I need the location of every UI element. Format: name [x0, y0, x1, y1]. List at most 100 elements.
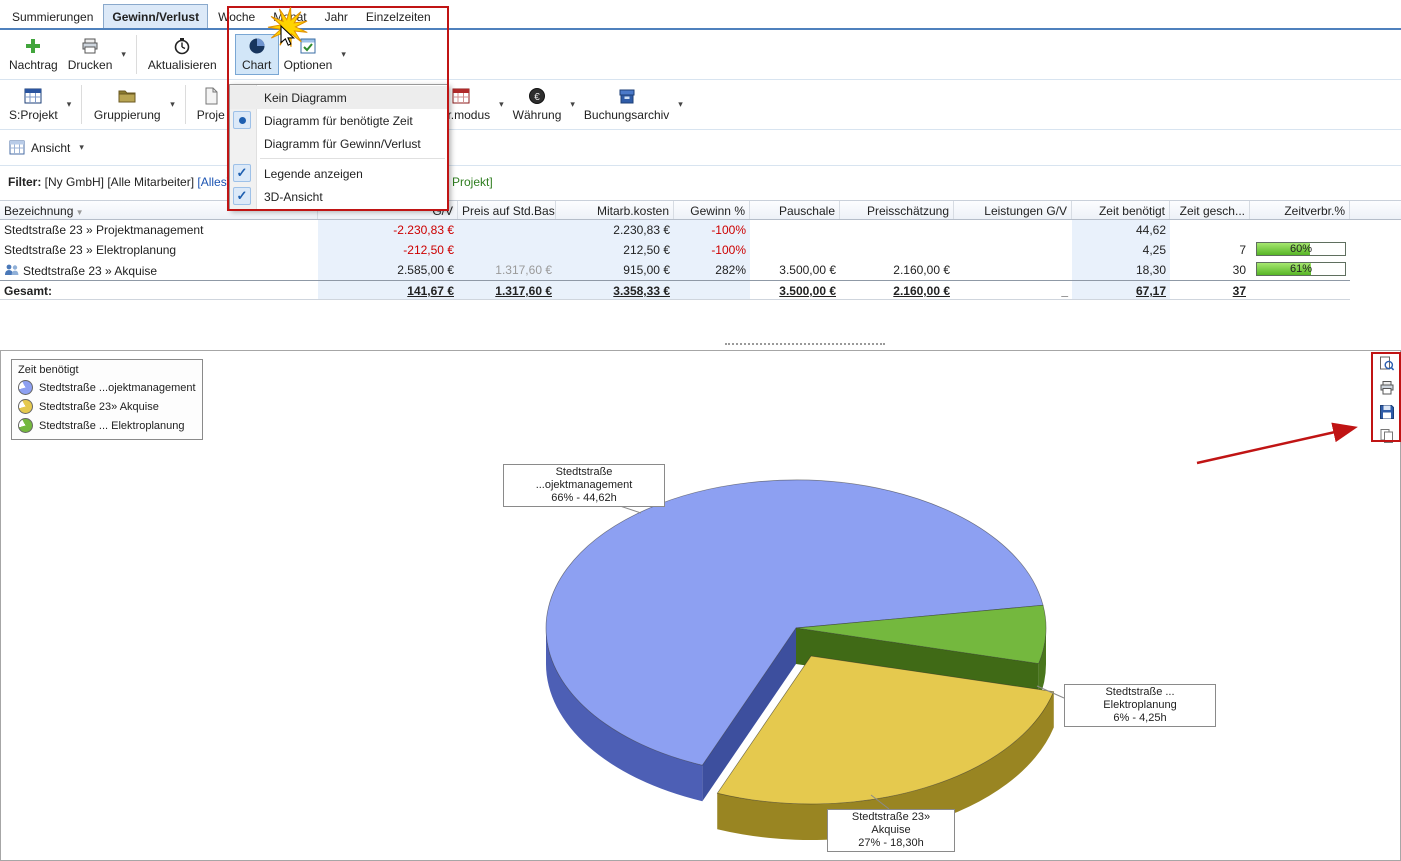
button-label: S:Projekt [9, 108, 58, 122]
column-header-zeitverbr[interactable]: Zeitverbr.% [1250, 201, 1350, 219]
aktualisieren-button[interactable]: Aktualisieren [143, 35, 222, 74]
chart-legend-title: Zeit benötigt [18, 364, 196, 376]
menu-item-label: Legende anzeigen [264, 167, 363, 181]
pie-chart-svg[interactable] [1, 351, 1401, 860]
button-label: Ansicht [31, 141, 70, 155]
gruppierung-button[interactable]: Gruppierung [88, 85, 166, 124]
cell-preisschätzung [840, 220, 954, 240]
legend-item: Stedtstraße 23» Akquise [18, 399, 196, 414]
column-header-zeit-gesch[interactable]: Zeit gesch... [1170, 201, 1250, 219]
cell-preis-auf-std-basis [458, 240, 556, 260]
radio-mark-icon [233, 111, 251, 129]
print-icon[interactable] [1378, 379, 1396, 397]
ansicht-button[interactable]: Ansicht [4, 137, 75, 159]
s-projekt-button[interactable]: S:Projekt [4, 85, 63, 124]
column-header-leistungen-g-v[interactable]: Leistungen G/V [954, 201, 1072, 219]
cell-gewinn: -100% [674, 220, 750, 240]
toolbar-row-1: Nachtrag Drucken ▾ Aktualisieren Chart Option… [0, 30, 1401, 80]
menu-item-kein-diagramm[interactable]: Kein Diagramm [230, 86, 448, 109]
filter-link-alles[interactable]: [Alles] [197, 175, 230, 189]
menu-item-label: Diagramm für Gewinn/Verlust [264, 137, 421, 151]
cell-zeit-benötigt: 4,25 [1072, 240, 1170, 260]
table-body: Stedtstraße 23 » Projektmanagement-2.230… [0, 220, 1401, 300]
cell-zeitverbr [1250, 280, 1350, 300]
menu-item-legende-anzeigen[interactable]: ✓ Legende anzeigen [230, 162, 448, 185]
cell-bezeichnung: Stedtstraße 23 » Projektmanagement [0, 220, 318, 240]
column-header-preis-auf-std-basis[interactable]: Preis auf Std.Basis [458, 201, 556, 219]
dropdown-arrow-icon[interactable]: ▾ [566, 99, 579, 110]
svg-text:€: € [534, 92, 540, 103]
menu-item-3d-ansicht[interactable]: ✓3D-Ansicht [230, 185, 448, 208]
optionen-button[interactable]: Optionen [279, 35, 338, 74]
preview-icon[interactable] [1378, 355, 1396, 373]
dropdown-arrow-icon[interactable]: ▾ [337, 49, 350, 60]
cell-preis-auf-std-basis: 1.317,60 € [458, 260, 556, 280]
filter-label: Filter: [8, 175, 41, 189]
table-row[interactable]: Stedtstraße 23 » Akquise2.585,00 €1.317,… [0, 260, 1401, 280]
cell-g-v: 141,67 € [318, 280, 458, 300]
cell-gewinn: -100% [674, 240, 750, 260]
cell-leistungen-g-v: _ [954, 280, 1072, 300]
dropdown-arrow-icon[interactable]: ▾ [75, 142, 88, 153]
cell-zeitverbr: 60% [1250, 240, 1350, 260]
menu-tab-einzelzeiten[interactable]: Einzelzeiten [358, 5, 439, 28]
table-row[interactable]: Stedtstraße 23 » Elektroplanung-212,50 €… [0, 240, 1401, 260]
nachtrag-button[interactable]: Nachtrag [4, 35, 63, 74]
menu-tab-monat[interactable]: Monat [265, 5, 314, 28]
toolbar-separator [136, 35, 137, 74]
menu-item-diagramm-für-benötigte-zeit[interactable]: Diagramm für benötigte Zeit [230, 109, 448, 132]
chart-button[interactable]: Chart [235, 34, 279, 75]
table-row[interactable]: Stedtstraße 23 » Projektmanagement-2.230… [0, 220, 1401, 240]
menu-item-label: Diagramm für benötigte Zeit [264, 114, 413, 128]
results-table: Bezeichnung ▼G/VPreis auf Std.BasisMitar… [0, 200, 1401, 300]
legend-item: Stedtstraße ...ojektmanagement [18, 380, 196, 395]
cell-mitarb-kosten: 212,50 € [556, 240, 674, 260]
check-mark-icon: ✓ [233, 164, 251, 182]
filter-bar: Filter: [Ny GmbH] [Alle Mitarbeiter] [Al… [0, 166, 1401, 198]
dropdown-arrow-icon[interactable]: ▾ [674, 99, 687, 110]
toolbar-separator [185, 85, 186, 124]
cell-zeit-gesch [1170, 220, 1250, 240]
button-label: Chart [242, 58, 271, 72]
button-label: Nachtrag [9, 58, 58, 72]
drucken-button[interactable]: Drucken [63, 35, 118, 74]
column-header-mitarb-kosten[interactable]: Mitarb.kosten [556, 201, 674, 219]
währung-button[interactable]: € Währung [508, 85, 567, 124]
column-header-zeit-benötigt[interactable]: Zeit benötigt [1072, 201, 1170, 219]
table-total-row[interactable]: Gesamt:141,67 €1.317,60 €3.358,33 €3.500… [0, 280, 1401, 300]
cell-gewinn [674, 280, 750, 300]
cell-mitarb-kosten: 915,00 € [556, 260, 674, 280]
dropdown-arrow-icon[interactable]: ▾ [495, 99, 508, 110]
menu-tab-summierungen[interactable]: Summierungen [4, 5, 101, 28]
buchungsarchiv-button[interactable]: Buchungsarchiv [579, 85, 674, 124]
dropdown-arrow-icon[interactable]: ▾ [117, 49, 130, 60]
filter-project-label: Projekt] [452, 175, 493, 189]
menubar: SummierungenGewinn/VerlustWocheMonatJahr… [0, 0, 1401, 30]
menu-item-diagramm-für-gewinn-verlust[interactable]: Diagramm für Gewinn/Verlust [230, 132, 448, 155]
column-header-gewinn[interactable]: Gewinn % [674, 201, 750, 219]
legend-label: Stedtstraße 23» Akquise [39, 401, 159, 413]
menu-tab-woche[interactable]: Woche [210, 5, 263, 28]
button-label: Währung [513, 108, 562, 122]
menu-item-label: 3D-Ansicht [264, 190, 323, 204]
timer-icon [173, 37, 191, 55]
cell-pauschale [750, 240, 840, 260]
cell-zeitverbr [1250, 220, 1350, 240]
doc-icon [202, 87, 220, 105]
proje-button[interactable]: Proje [192, 85, 230, 124]
cell-pauschale [750, 220, 840, 240]
dropdown-arrow-icon[interactable]: ▾ [166, 99, 179, 110]
save-icon[interactable] [1378, 403, 1396, 421]
cell-zeit-benötigt: 44,62 [1072, 220, 1170, 240]
legend-pie-icon [18, 418, 33, 433]
column-header-preisschätzung[interactable]: Preisschätzung [840, 201, 954, 219]
copy-icon[interactable] [1378, 427, 1396, 445]
cell-bezeichnung: Stedtstraße 23 » Elektroplanung [0, 240, 318, 260]
menu-tab-gewinn-verlust[interactable]: Gewinn/Verlust [103, 4, 208, 28]
button-label: Drucken [68, 58, 113, 72]
dropdown-arrow-icon[interactable]: ▾ [63, 99, 76, 110]
menu-tab-jahr[interactable]: Jahr [317, 5, 356, 28]
cell-g-v: -212,50 € [318, 240, 458, 260]
legend-pie-icon [18, 399, 33, 414]
column-header-pauschale[interactable]: Pauschale [750, 201, 840, 219]
